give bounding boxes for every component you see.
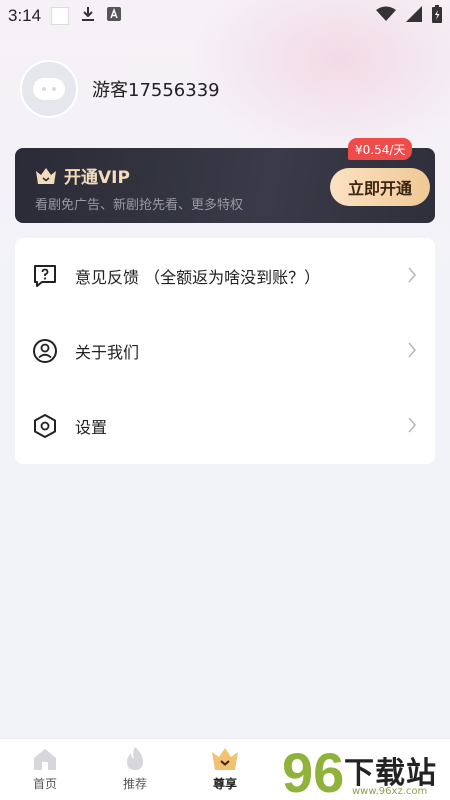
text-a-icon: [107, 7, 122, 25]
settings-hexagon-icon: [31, 412, 59, 440]
username: 游客17556339: [92, 80, 220, 101]
nav-item-recommend[interactable]: 推荐: [105, 745, 165, 792]
menu-item-label: 设置: [75, 417, 108, 437]
chevron-right-icon: [408, 267, 417, 283]
nav-label: 尊享: [212, 777, 237, 791]
status-time: 3:14: [8, 6, 42, 25]
watermark: 96 下载站 www.96xz.com: [282, 742, 450, 800]
nav-item-home[interactable]: 首页: [15, 745, 75, 792]
wifi-icon: [376, 6, 396, 26]
user-circle-icon: [31, 337, 59, 365]
vip-description: 看剧免广告、新剧抢先看、更多特权: [35, 198, 244, 213]
watermark-logo: 96: [282, 742, 344, 800]
vip-title-row: 开通VIP: [35, 163, 130, 188]
menu-item-label: 意见反馈 （全额返为啥没到账？）: [75, 267, 321, 287]
svg-text:96: 96: [282, 742, 344, 800]
crown-icon: [36, 167, 56, 184]
robot-face-icon: [33, 78, 65, 100]
menu-item-settings[interactable]: 设置: [15, 388, 435, 463]
crown-icon: [212, 748, 238, 770]
notification-icon: [51, 7, 70, 25]
home-icon: [34, 749, 56, 770]
flame-icon: [127, 747, 143, 770]
signal-icon: [406, 6, 422, 26]
battery-icon: [432, 5, 442, 27]
status-right: [376, 5, 442, 27]
menu-item-label: 关于我们: [75, 342, 140, 362]
nav-item-vip[interactable]: 尊享: [195, 745, 255, 792]
vip-open-button[interactable]: 立即开通: [330, 168, 430, 206]
nav-label: 推荐: [122, 777, 147, 791]
menu-item-about[interactable]: 关于我们: [15, 313, 435, 388]
vip-banner[interactable]: 开通VIP 看剧免广告、新剧抢先看、更多特权 立即开通 ¥0.54/天: [15, 138, 435, 223]
menu-item-feedback[interactable]: 意见反馈 （全额返为啥没到账？）: [15, 238, 435, 313]
watermark-url: www.96xz.com: [352, 786, 428, 797]
vip-price-badge: ¥0.54/天: [348, 138, 413, 160]
nav-label: 首页: [32, 777, 57, 791]
menu-list: 意见反馈 （全额返为啥没到账？） 关于我们 设置: [15, 238, 435, 464]
avatar[interactable]: [20, 60, 78, 118]
status-bar: 3:14: [0, 0, 450, 32]
profile-header[interactable]: 游客17556339: [20, 60, 220, 118]
download-icon: [81, 6, 95, 26]
vip-title: 开通VIP: [64, 168, 130, 188]
chevron-right-icon: [408, 342, 417, 358]
chevron-right-icon: [408, 417, 417, 433]
feedback-icon: [31, 262, 59, 290]
